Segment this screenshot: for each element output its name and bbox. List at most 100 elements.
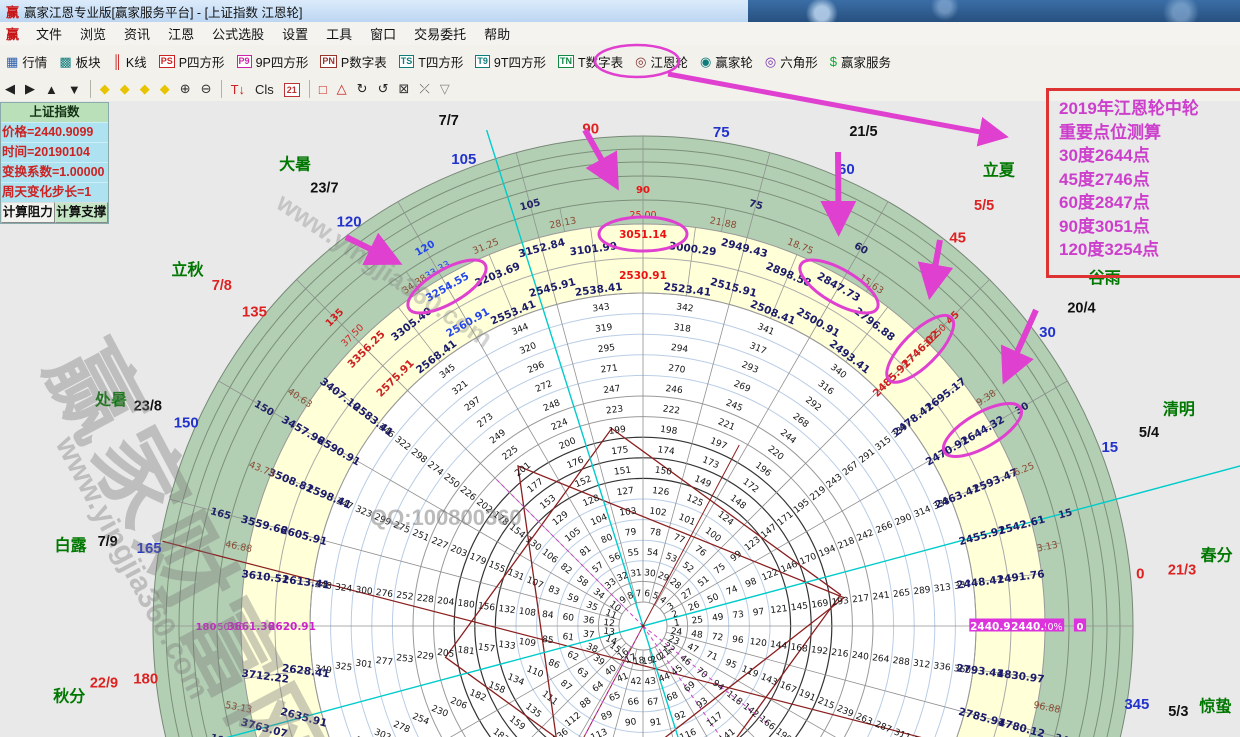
toolbar-label: K线 — [126, 52, 147, 71]
pn-box-icon: PN — [320, 55, 337, 68]
toolbar-winner-service-button[interactable]: $赢家服务 — [824, 49, 897, 74]
svg-text:50.00: 50.00 — [217, 622, 244, 633]
outside-date-105: 7/7 — [439, 113, 459, 129]
outside-degree-45: 45 — [949, 229, 966, 246]
annotation-line-4: 60度2847点 — [1059, 191, 1240, 215]
tool-diamond-down-icon[interactable]: ◆ — [155, 80, 175, 98]
tool-diamond-right-icon[interactable]: ◆ — [115, 80, 135, 98]
svg-text:42: 42 — [630, 676, 643, 687]
toolbar-label: 六角形 — [780, 52, 818, 71]
svg-text:90: 90 — [624, 717, 637, 728]
outside-date-30: 20/4 — [1067, 300, 1095, 316]
svg-text:54: 54 — [646, 548, 659, 559]
outside-degree-0: 0 — [1136, 566, 1144, 583]
menu-logo-icon: 赢 — [6, 24, 19, 43]
toolbar-separator — [90, 80, 91, 98]
panel-param-row-1: 时间=20190104 — [1, 142, 108, 162]
tool-cls-icon[interactable]: Cls — [250, 81, 279, 98]
annotation-line-3: 45度2746点 — [1059, 168, 1240, 192]
blocks-icon: ▩ — [59, 55, 71, 68]
outside-degree-30: 30 — [1039, 324, 1056, 341]
menu-工具[interactable]: 工具 — [317, 22, 361, 45]
tool-rotate-cw-icon[interactable]: ↻ — [352, 80, 373, 98]
tool-diamond-up-icon[interactable]: ◆ — [135, 80, 155, 98]
outside-degree-120: 120 — [337, 213, 362, 230]
svg-text:43: 43 — [644, 676, 657, 687]
svg-text:66: 66 — [627, 697, 640, 708]
tool-calendar-icon[interactable]: 21 — [279, 80, 305, 98]
menu-交易委托[interactable]: 交易委托 — [405, 22, 475, 45]
menu-帮助[interactable]: 帮助 — [475, 22, 519, 45]
toolbar-gann-wheel-button[interactable]: ◎江恩轮 — [629, 49, 694, 74]
toolbar-label: P数字表 — [341, 52, 387, 71]
table-grid-icon: ▦ — [6, 55, 18, 68]
outside-degree-165: 165 — [137, 540, 162, 557]
menu-窗口[interactable]: 窗口 — [361, 22, 405, 45]
tool-pennant-down-icon[interactable]: ▼ — [63, 81, 86, 98]
toolbar-label: P四方形 — [179, 52, 225, 71]
menu-文件[interactable]: 文件 — [27, 22, 71, 45]
toolbar-9t-square-button[interactable]: T99T四方形 — [469, 49, 552, 74]
outside-degree-135: 135 — [242, 303, 267, 320]
svg-text:79: 79 — [624, 527, 637, 538]
menu-资讯[interactable]: 资讯 — [115, 22, 159, 45]
titlebar-blurred-region — [748, 0, 1240, 22]
outside-degree-60: 60 — [838, 161, 855, 178]
outside-term-120: 大暑 — [279, 154, 311, 173]
calc-support-button[interactable]: 计算支撑 — [55, 202, 109, 223]
svg-text:96: 96 — [731, 635, 744, 646]
toolbar-p-square-button[interactable]: PSP四方形 — [153, 49, 231, 74]
toolbar-quotes-button[interactable]: ▦行情 — [0, 49, 53, 74]
tool-prev-icon[interactable]: ◀ — [0, 80, 20, 98]
toolbar-t-table-button[interactable]: TNT数字表 — [552, 49, 629, 74]
tool-box-x-tool-icon[interactable]: ⊠ — [393, 80, 414, 98]
toolbar-9p-square-button[interactable]: P99P四方形 — [231, 49, 315, 74]
tool-triangle-tool-icon[interactable]: △ — [332, 80, 352, 98]
svg-text:24: 24 — [670, 627, 683, 638]
tool-zoom-in-icon[interactable]: ⊕ — [175, 80, 196, 98]
toolbar-t-square-button[interactable]: TST四方形 — [393, 49, 470, 74]
outside-degree-180: 180 — [133, 670, 158, 687]
calc-resistance-button[interactable]: 计算阻力 — [1, 202, 55, 223]
tool-next-icon[interactable]: ▶ — [20, 80, 40, 98]
tool-scale-tool-icon[interactable]: ⤫ — [414, 80, 434, 98]
tn-box-icon: TN — [558, 55, 574, 68]
menu-bar: 赢 文件浏览资讯江恩公式选股设置工具窗口交易委托帮助 — [0, 22, 1240, 46]
svg-text:48: 48 — [691, 629, 704, 640]
svg-text:67: 67 — [647, 697, 660, 708]
annotation-line-0: 2019年江恩轮中轮 — [1059, 97, 1240, 121]
outside-degree-75: 75 — [713, 124, 730, 141]
annotation-line-2: 30度2644点 — [1059, 144, 1240, 168]
toolbar-separator — [221, 80, 222, 98]
svg-text:49: 49 — [712, 612, 725, 623]
toolbar-hexagon-button[interactable]: ◎六角形 — [759, 49, 824, 74]
tool-t-down-icon[interactable]: T↓ — [226, 81, 250, 98]
toolbar-sectors-button[interactable]: ▩板块 — [53, 49, 106, 74]
svg-text:2620.91: 2620.91 — [268, 621, 316, 633]
tool-diamond-left-icon[interactable]: ◆ — [95, 80, 115, 98]
svg-text:25.00: 25.00 — [629, 210, 656, 221]
tool-zoom-out-icon[interactable]: ⊖ — [196, 80, 217, 98]
menu-江恩[interactable]: 江恩 — [159, 22, 203, 45]
tool-rect-tool-icon[interactable]: □ — [314, 81, 332, 98]
tool-pennant-up-icon[interactable]: ▲ — [40, 81, 63, 98]
svg-text:180: 180 — [196, 622, 217, 633]
svg-text:72: 72 — [711, 632, 724, 643]
menu-公式选股[interactable]: 公式选股 — [203, 22, 273, 45]
app-logo-icon: 赢 — [6, 2, 19, 21]
svg-text:73: 73 — [732, 610, 745, 621]
tool-flag-tool-icon[interactable]: ▽ — [435, 80, 455, 98]
svg-text:55: 55 — [627, 548, 640, 559]
menu-设置[interactable]: 设置 — [273, 22, 317, 45]
toolbar-p-table-button[interactable]: PN P数字表 — [314, 49, 392, 74]
winner-wheel-icon: ◉ — [700, 55, 711, 68]
menu-浏览[interactable]: 浏览 — [71, 22, 115, 45]
svg-text:84: 84 — [541, 610, 554, 621]
panel-param-row-0: 价格=2440.9099 — [1, 122, 108, 142]
outside-date-0: 21/3 — [1168, 562, 1196, 578]
toolbar-kline-button[interactable]: ║K线 — [107, 49, 153, 74]
tool-rotate-ccw-icon[interactable]: ↺ — [373, 80, 394, 98]
svg-text:31: 31 — [630, 568, 643, 579]
toolbar-winner-wheel-button[interactable]: ◉赢家轮 — [694, 49, 759, 74]
svg-text:36: 36 — [582, 615, 595, 626]
